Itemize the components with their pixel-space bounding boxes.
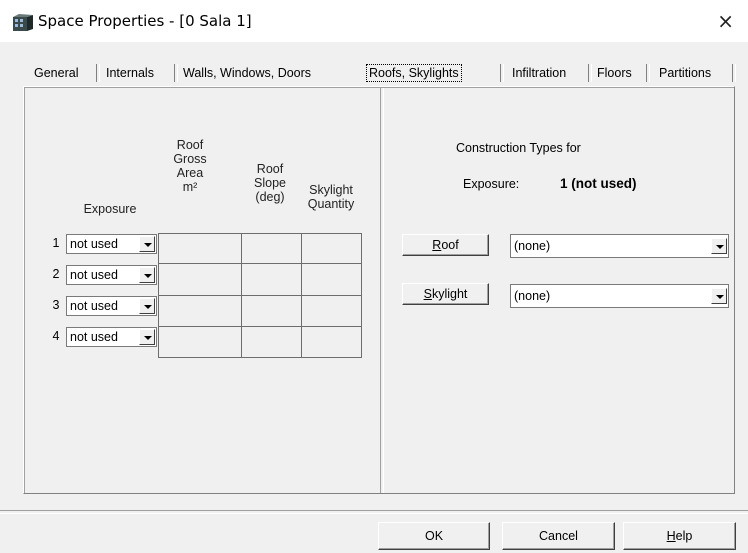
skylight-qty-cell[interactable]	[301, 263, 362, 296]
chevron-down-icon[interactable]	[139, 329, 155, 345]
roof-slope-cell[interactable]	[241, 295, 302, 327]
skylight-construction-select[interactable]: (none)	[510, 284, 729, 308]
construction-title: Construction Types for	[456, 141, 581, 155]
tab-floors[interactable]: Floors	[597, 62, 632, 84]
roof-area-cell[interactable]	[158, 295, 242, 327]
tab-roofs-skylights[interactable]: Roofs, Skylights	[366, 62, 462, 84]
cancel-button[interactable]: Cancel	[502, 522, 615, 550]
panel-divider	[380, 88, 384, 493]
skylight-button[interactable]: Skylight	[402, 283, 489, 305]
row-number: 3	[52, 298, 60, 312]
roof-slope-cell[interactable]	[241, 326, 302, 358]
chevron-down-icon[interactable]	[139, 236, 155, 252]
tab-separator	[646, 64, 650, 82]
header-exposure: Exposure	[83, 202, 137, 216]
row-number: 1	[52, 236, 60, 250]
close-icon[interactable]: ×	[717, 9, 734, 33]
exposure-value: 1 (not used)	[560, 176, 637, 191]
header-roof-gross-area: Roof Gross Area m²	[173, 138, 207, 194]
tab-separator	[174, 64, 178, 82]
tab-walls-windows-doors[interactable]: Walls, Windows, Doors	[183, 62, 311, 84]
chevron-down-icon[interactable]	[711, 238, 727, 254]
exposure-select[interactable]: not used	[66, 234, 157, 254]
help-button[interactable]: Help	[623, 522, 736, 550]
tab-general[interactable]: General	[34, 62, 78, 84]
skylight-qty-cell[interactable]	[301, 326, 362, 358]
exposure-label: Exposure:	[463, 177, 520, 191]
chevron-down-icon[interactable]	[139, 298, 155, 314]
roof-area-cell[interactable]	[158, 233, 242, 264]
tab-infiltration[interactable]: Infiltration	[512, 62, 566, 84]
chevron-down-icon[interactable]	[711, 288, 727, 304]
row-number: 4	[52, 329, 60, 343]
building-icon	[13, 14, 33, 31]
tab-separator	[96, 64, 100, 82]
tab-internals[interactable]: Internals	[106, 62, 154, 84]
chevron-down-icon[interactable]	[139, 267, 155, 283]
footer-separator	[0, 510, 748, 514]
header-roof-slope: Roof Slope (deg)	[254, 162, 286, 204]
row-number: 2	[52, 267, 60, 281]
header-skylight-quantity: Skylight Quantity	[307, 183, 355, 211]
roof-slope-cell[interactable]	[241, 233, 302, 264]
tab-separator	[500, 64, 504, 82]
roof-area-cell[interactable]	[158, 326, 242, 358]
roof-area-cell[interactable]	[158, 263, 242, 296]
exposure-select[interactable]: not used	[66, 327, 157, 347]
tab-partitions[interactable]: Partitions	[659, 62, 711, 84]
skylight-qty-cell[interactable]	[301, 295, 362, 327]
tab-separator	[588, 64, 592, 82]
roof-construction-select[interactable]: (none)	[510, 234, 729, 258]
exposure-select[interactable]: not used	[66, 296, 157, 316]
exposure-select[interactable]: not used	[66, 265, 157, 285]
ok-button[interactable]: OK	[378, 522, 490, 550]
roof-slope-cell[interactable]	[241, 263, 302, 296]
title-bar: Space Properties - [0 Sala 1] ×	[0, 0, 748, 42]
tab-separator	[732, 64, 736, 82]
window-title: Space Properties - [0 Sala 1]	[38, 12, 252, 30]
skylight-qty-cell[interactable]	[301, 233, 362, 264]
roof-button[interactable]: Roof	[402, 234, 489, 256]
